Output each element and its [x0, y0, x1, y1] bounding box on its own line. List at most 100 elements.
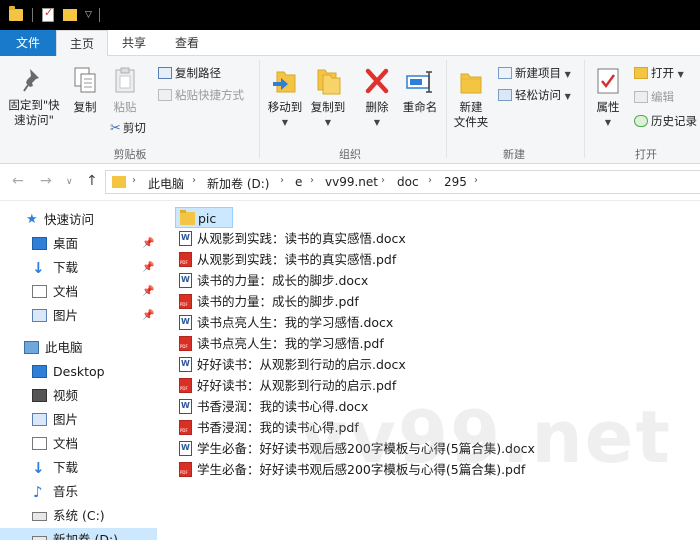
forward-arrow-icon[interactable]: →: [40, 173, 52, 189]
breadcrumb-separator: ›: [381, 175, 385, 186]
history-button[interactable]: 历史记录: [634, 114, 697, 129]
pin-icon[interactable]: 📌: [142, 256, 154, 280]
address-bar[interactable]: › 此电脑 › 新加卷 (D:) › e › vv99.net › doc › …: [105, 170, 700, 194]
nav-downloads-label: 下载: [53, 260, 79, 275]
nav-desktop[interactable]: 桌面 📌: [0, 232, 157, 256]
tab-file[interactable]: 文件: [0, 30, 56, 56]
customize-toolbar-chevron-icon[interactable]: ▽: [85, 10, 92, 26]
word-file-icon: [179, 441, 192, 456]
cut-button[interactable]: ✂ 剪切: [110, 121, 146, 136]
breadcrumb-295[interactable]: 295: [444, 175, 467, 189]
copy-button[interactable]: 复制: [66, 66, 104, 115]
nav-pc-pictures[interactable]: 图片: [0, 408, 157, 432]
download-arrow-icon: ↓: [32, 259, 45, 277]
breadcrumb-drive-d[interactable]: 新加卷 (D:): [207, 175, 269, 192]
easy-access-label: 轻松访问: [515, 88, 561, 102]
new-group-label: 新建: [503, 148, 525, 161]
group-divider: [259, 60, 260, 158]
properties-label: 属性: [596, 100, 620, 114]
toolbar-divider: [99, 8, 100, 22]
nav-this-pc-label: 此电脑: [45, 340, 83, 355]
nav-pc-documents-label: 文档: [53, 436, 79, 451]
nav-pictures[interactable]: 图片 📌: [0, 304, 157, 328]
copy-to-button[interactable]: 复制到 ▼: [306, 66, 350, 130]
breadcrumb-separator: ›: [474, 175, 478, 186]
new-folder-quick-icon[interactable]: [63, 9, 77, 21]
breadcrumb-this-pc[interactable]: 此电脑: [148, 175, 184, 192]
breadcrumb-doc[interactable]: doc: [397, 175, 419, 189]
breadcrumb-vv99[interactable]: vv99.net: [325, 175, 378, 189]
paste-button[interactable]: 粘贴: [106, 66, 144, 115]
properties-quick-icon[interactable]: [42, 6, 54, 22]
nav-documents-label: 文档: [53, 284, 79, 299]
clipboard-group-label: 剪贴板: [113, 148, 147, 161]
easy-access-button[interactable]: 轻松访问 ▼: [498, 88, 571, 104]
clipboard-icon: [115, 67, 135, 93]
nav-this-pc[interactable]: 此电脑: [0, 336, 157, 360]
copy-path-label: 复制路径: [175, 66, 221, 80]
word-file-icon: [179, 399, 192, 414]
nav-pc-downloads[interactable]: ↓ 下载: [0, 456, 157, 480]
file-name: 从观影到实践：读书的真实感悟.pdf: [197, 252, 397, 267]
tab-view[interactable]: 查看: [162, 30, 212, 56]
tab-share[interactable]: 共享: [110, 30, 158, 56]
nav-music[interactable]: ♪ 音乐: [0, 480, 157, 504]
toolbar-divider: [32, 8, 33, 22]
new-folder-button[interactable]: 新建 文件夹: [450, 66, 492, 130]
open-button[interactable]: 打开 ▼: [634, 66, 684, 82]
documents-icon: [32, 285, 47, 298]
star-icon: ★: [26, 212, 38, 227]
nav-pc-desktop[interactable]: Desktop: [0, 360, 157, 384]
group-divider: [446, 60, 447, 158]
rename-icon: [406, 71, 432, 93]
nav-pc-documents[interactable]: 文档: [0, 432, 157, 456]
group-divider: [584, 60, 585, 158]
pdf-file-icon: [179, 336, 192, 351]
nav-downloads[interactable]: ↓ 下载 📌: [0, 256, 157, 280]
nav-videos[interactable]: 视频: [0, 384, 157, 408]
delete-x-icon: [365, 68, 389, 94]
breadcrumb-e[interactable]: e: [295, 175, 302, 189]
delete-button[interactable]: 删除 ▼: [358, 66, 396, 130]
pin-to-quick-access-button[interactable]: 固定到"快 速访问": [4, 66, 64, 128]
folder-item[interactable]: pic: [175, 207, 233, 228]
rename-label: 重命名: [402, 100, 438, 114]
file-name: 好好读书：从观影到行动的启示.pdf: [197, 378, 397, 393]
title-bar: ▽: [0, 0, 700, 30]
tab-home[interactable]: 主页: [56, 30, 108, 57]
pdf-file-icon: [179, 252, 192, 267]
nav-drive-d[interactable]: 新加卷 (D:): [0, 528, 157, 540]
pin-icon: [23, 69, 39, 92]
pin-icon[interactable]: 📌: [142, 232, 154, 256]
up-arrow-icon[interactable]: ↑: [86, 173, 98, 189]
new-folder-label-line2: 文件夹: [453, 115, 489, 129]
properties-button[interactable]: 属性 ▼: [590, 66, 626, 130]
new-folder-icon: [460, 73, 482, 94]
pin-icon[interactable]: 📌: [142, 280, 154, 304]
recent-locations-chevron-down-icon[interactable]: ∨: [66, 177, 73, 187]
pin-label-line2: 速访问": [14, 113, 54, 127]
copy-icon: [74, 67, 96, 93]
paste-shortcut-icon: [158, 89, 172, 101]
nav-drive-c[interactable]: 系统 (C:): [0, 504, 157, 528]
download-arrow-icon: ↓: [32, 459, 45, 477]
nav-quick-access[interactable]: ★ 快速访问: [0, 208, 157, 232]
word-file-icon: [179, 273, 192, 288]
pin-icon[interactable]: 📌: [142, 304, 154, 328]
copy-to-icon: [317, 69, 341, 95]
drive-icon: [32, 536, 47, 540]
back-arrow-icon[interactable]: ←: [12, 173, 24, 189]
nav-drive-c-label: 系统 (C:): [53, 508, 105, 523]
paste-shortcut-button[interactable]: 粘贴快捷方式: [158, 88, 244, 103]
rename-button[interactable]: 重命名: [398, 66, 442, 115]
nav-documents[interactable]: 文档 📌: [0, 280, 157, 304]
breadcrumb-separator: ›: [428, 175, 432, 186]
new-item-icon: [498, 67, 512, 79]
file-name: 读书的力量：成长的脚步.pdf: [197, 294, 359, 309]
edit-button[interactable]: 编辑: [634, 90, 674, 105]
drive-icon: [32, 512, 47, 521]
move-to-button[interactable]: 移动到 ▼: [264, 66, 306, 130]
new-item-button[interactable]: 新建项目 ▼: [498, 66, 571, 82]
copy-path-button[interactable]: 复制路径: [158, 66, 221, 81]
nav-videos-label: 视频: [53, 388, 79, 403]
